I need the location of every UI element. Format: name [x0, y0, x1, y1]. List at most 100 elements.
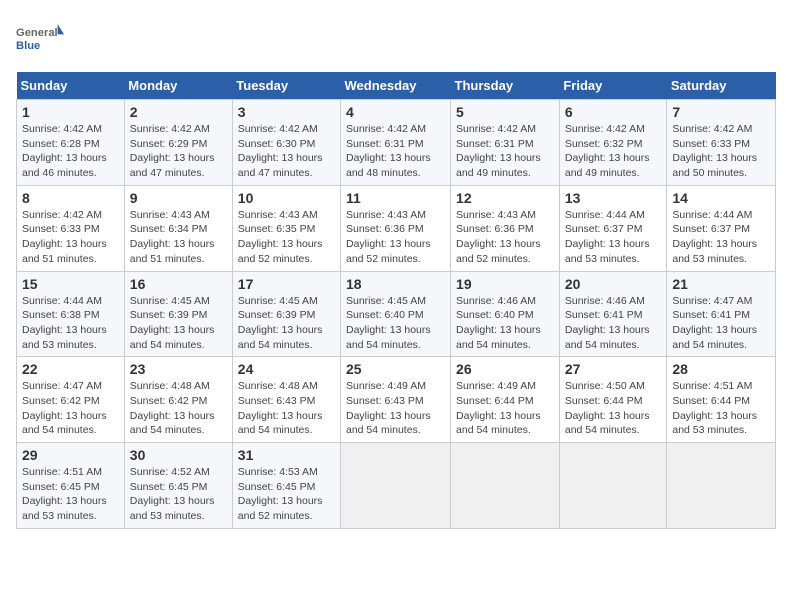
day-number: 30 — [130, 447, 227, 463]
calendar-day-cell: 2 Sunrise: 4:42 AM Sunset: 6:29 PM Daylig… — [124, 100, 232, 186]
day-info: Sunrise: 4:42 AM Sunset: 6:30 PM Dayligh… — [238, 122, 335, 181]
day-number: 10 — [238, 190, 335, 206]
day-number: 17 — [238, 276, 335, 292]
day-info: Sunrise: 4:42 AM Sunset: 6:32 PM Dayligh… — [565, 122, 662, 181]
day-of-week-header: Friday — [559, 72, 667, 100]
day-number: 14 — [672, 190, 770, 206]
calendar-week-row: 22Sunrise: 4:47 AM Sunset: 6:42 PM Dayli… — [17, 357, 776, 443]
svg-text:General: General — [16, 27, 58, 39]
day-number: 13 — [565, 190, 662, 206]
calendar-day-cell — [451, 443, 560, 529]
day-number: 27 — [565, 361, 662, 377]
calendar-table: SundayMondayTuesdayWednesdayThursdayFrid… — [16, 72, 776, 529]
day-info: Sunrise: 4:53 AM Sunset: 6:45 PM Dayligh… — [238, 465, 335, 524]
calendar-day-cell: 30 Sunrise: 4:52 AM Sunset: 6:45 PM Dayli… — [124, 443, 232, 529]
day-number: 21 — [672, 276, 770, 292]
calendar-day-cell: 29Sunrise: 4:51 AM Sunset: 6:45 PM Dayli… — [17, 443, 125, 529]
day-number: 7 — [672, 104, 770, 120]
calendar-day-cell: 7 Sunrise: 4:42 AM Sunset: 6:33 PM Daylig… — [667, 100, 776, 186]
day-number: 23 — [130, 361, 227, 377]
day-number: 18 — [346, 276, 445, 292]
day-number: 5 — [456, 104, 554, 120]
day-number: 1 — [22, 104, 119, 120]
day-info: Sunrise: 4:46 AM Sunset: 6:41 PM Dayligh… — [565, 294, 662, 353]
calendar-day-cell: 8 Sunrise: 4:42 AM Sunset: 6:33 PM Daylig… — [17, 185, 125, 271]
header: General Blue — [16, 16, 776, 64]
day-number: 11 — [346, 190, 445, 206]
calendar-day-cell: 1Sunrise: 4:42 AM Sunset: 6:28 PM Daylig… — [17, 100, 125, 186]
calendar-day-cell: 5Sunrise: 4:42 AM Sunset: 6:31 PM Daylig… — [451, 100, 560, 186]
calendar-day-cell — [341, 443, 451, 529]
calendar-day-cell: 13Sunrise: 4:44 AM Sunset: 6:37 PM Dayli… — [559, 185, 667, 271]
day-number: 24 — [238, 361, 335, 377]
day-number: 15 — [22, 276, 119, 292]
calendar-day-cell: 17 Sunrise: 4:45 AM Sunset: 6:39 PM Dayli… — [232, 271, 340, 357]
day-info: Sunrise: 4:42 AM Sunset: 6:29 PM Dayligh… — [130, 122, 227, 181]
calendar-day-cell: 24 Sunrise: 4:48 AM Sunset: 6:43 PM Dayli… — [232, 357, 340, 443]
day-number: 2 — [130, 104, 227, 120]
day-info: Sunrise: 4:49 AM Sunset: 6:44 PM Dayligh… — [456, 379, 554, 438]
day-of-week-header: Thursday — [451, 72, 560, 100]
day-info: Sunrise: 4:43 AM Sunset: 6:35 PM Dayligh… — [238, 208, 335, 267]
calendar-day-cell: 20 Sunrise: 4:46 AM Sunset: 6:41 PM Dayli… — [559, 271, 667, 357]
day-number: 6 — [565, 104, 662, 120]
day-info: Sunrise: 4:45 AM Sunset: 6:40 PM Dayligh… — [346, 294, 445, 353]
day-info: Sunrise: 4:43 AM Sunset: 6:36 PM Dayligh… — [346, 208, 445, 267]
day-number: 4 — [346, 104, 445, 120]
calendar-day-cell: 15 Sunrise: 4:44 AM Sunset: 6:38 PM Dayli… — [17, 271, 125, 357]
day-info: Sunrise: 4:48 AM Sunset: 6:43 PM Dayligh… — [238, 379, 335, 438]
day-info: Sunrise: 4:50 AM Sunset: 6:44 PM Dayligh… — [565, 379, 662, 438]
day-number: 26 — [456, 361, 554, 377]
calendar-week-row: 8 Sunrise: 4:42 AM Sunset: 6:33 PM Daylig… — [17, 185, 776, 271]
day-info: Sunrise: 4:51 AM Sunset: 6:45 PM Dayligh… — [22, 465, 119, 524]
calendar-day-cell: 16 Sunrise: 4:45 AM Sunset: 6:39 PM Dayli… — [124, 271, 232, 357]
calendar-day-cell: 23Sunrise: 4:48 AM Sunset: 6:42 PM Dayli… — [124, 357, 232, 443]
calendar-day-cell: 14 Sunrise: 4:44 AM Sunset: 6:37 PM Dayli… — [667, 185, 776, 271]
day-info: Sunrise: 4:47 AM Sunset: 6:42 PM Dayligh… — [22, 379, 119, 438]
day-number: 9 — [130, 190, 227, 206]
calendar-week-row: 1Sunrise: 4:42 AM Sunset: 6:28 PM Daylig… — [17, 100, 776, 186]
calendar-day-cell: 11 Sunrise: 4:43 AM Sunset: 6:36 PM Dayli… — [341, 185, 451, 271]
day-info: Sunrise: 4:46 AM Sunset: 6:40 PM Dayligh… — [456, 294, 554, 353]
day-number: 31 — [238, 447, 335, 463]
day-info: Sunrise: 4:52 AM Sunset: 6:45 PM Dayligh… — [130, 465, 227, 524]
calendar-day-cell: 4 Sunrise: 4:42 AM Sunset: 6:31 PM Daylig… — [341, 100, 451, 186]
day-info: Sunrise: 4:42 AM Sunset: 6:33 PM Dayligh… — [672, 122, 770, 181]
day-number: 28 — [672, 361, 770, 377]
calendar-day-cell: 21 Sunrise: 4:47 AM Sunset: 6:41 PM Dayli… — [667, 271, 776, 357]
calendar-day-cell: 3 Sunrise: 4:42 AM Sunset: 6:30 PM Daylig… — [232, 100, 340, 186]
day-info: Sunrise: 4:47 AM Sunset: 6:41 PM Dayligh… — [672, 294, 770, 353]
day-info: Sunrise: 4:44 AM Sunset: 6:38 PM Dayligh… — [22, 294, 119, 353]
day-number: 3 — [238, 104, 335, 120]
day-info: Sunrise: 4:44 AM Sunset: 6:37 PM Dayligh… — [672, 208, 770, 267]
day-of-week-header: Wednesday — [341, 72, 451, 100]
calendar-week-row: 29Sunrise: 4:51 AM Sunset: 6:45 PM Dayli… — [17, 443, 776, 529]
logo-svg: General Blue — [16, 16, 64, 64]
calendar-body: 1Sunrise: 4:42 AM Sunset: 6:28 PM Daylig… — [17, 100, 776, 529]
day-number: 20 — [565, 276, 662, 292]
day-of-week-header: Tuesday — [232, 72, 340, 100]
calendar-day-cell: 28Sunrise: 4:51 AM Sunset: 6:44 PM Dayli… — [667, 357, 776, 443]
day-of-week-header: Monday — [124, 72, 232, 100]
day-info: Sunrise: 4:43 AM Sunset: 6:34 PM Dayligh… — [130, 208, 227, 267]
day-number: 19 — [456, 276, 554, 292]
day-info: Sunrise: 4:42 AM Sunset: 6:33 PM Dayligh… — [22, 208, 119, 267]
calendar-day-cell: 9 Sunrise: 4:43 AM Sunset: 6:34 PM Daylig… — [124, 185, 232, 271]
day-info: Sunrise: 4:49 AM Sunset: 6:43 PM Dayligh… — [346, 379, 445, 438]
calendar-day-cell: 10 Sunrise: 4:43 AM Sunset: 6:35 PM Dayli… — [232, 185, 340, 271]
calendar-day-cell: 19 Sunrise: 4:46 AM Sunset: 6:40 PM Dayli… — [451, 271, 560, 357]
calendar-header-row: SundayMondayTuesdayWednesdayThursdayFrid… — [17, 72, 776, 100]
calendar-day-cell: 25 Sunrise: 4:49 AM Sunset: 6:43 PM Dayli… — [341, 357, 451, 443]
logo: General Blue — [16, 16, 64, 64]
day-info: Sunrise: 4:45 AM Sunset: 6:39 PM Dayligh… — [238, 294, 335, 353]
day-info: Sunrise: 4:42 AM Sunset: 6:31 PM Dayligh… — [346, 122, 445, 181]
calendar-day-cell: 26 Sunrise: 4:49 AM Sunset: 6:44 PM Dayli… — [451, 357, 560, 443]
day-info: Sunrise: 4:45 AM Sunset: 6:39 PM Dayligh… — [130, 294, 227, 353]
day-number: 16 — [130, 276, 227, 292]
day-number: 12 — [456, 190, 554, 206]
calendar-day-cell — [559, 443, 667, 529]
day-number: 8 — [22, 190, 119, 206]
calendar-day-cell: 22Sunrise: 4:47 AM Sunset: 6:42 PM Dayli… — [17, 357, 125, 443]
day-of-week-header: Sunday — [17, 72, 125, 100]
day-number: 25 — [346, 361, 445, 377]
